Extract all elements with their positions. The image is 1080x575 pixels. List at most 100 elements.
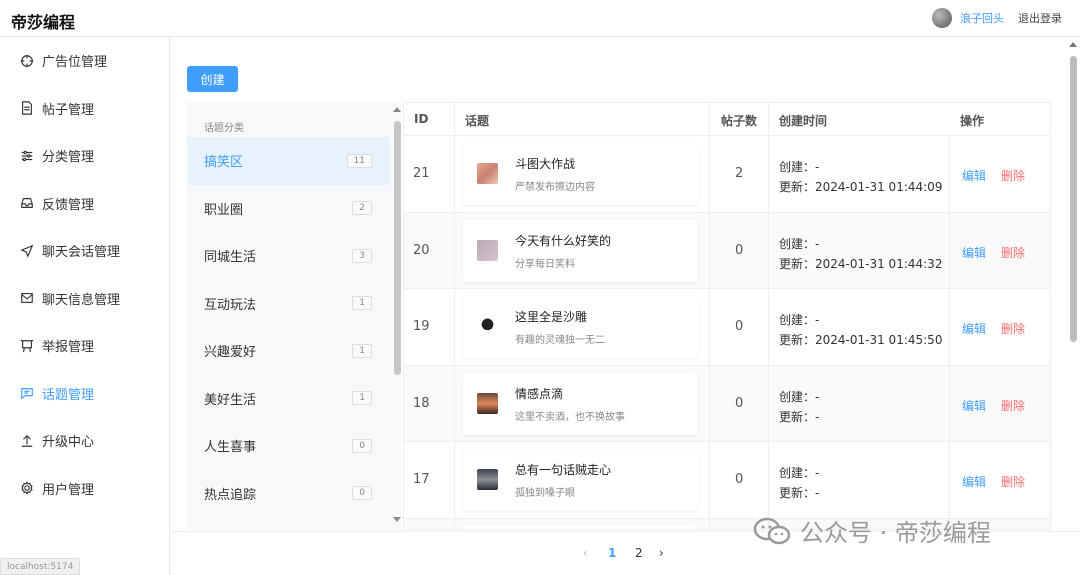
create-button[interactable]: 创建 [187, 66, 238, 92]
category-count: 0 [352, 486, 372, 501]
category-item[interactable]: 同城生活 3 [187, 232, 390, 280]
category-count: 11 [346, 153, 372, 168]
delete-button[interactable]: 删除 [1001, 397, 1025, 414]
cell-id: 21 [413, 166, 430, 181]
sidebar-item-label: 广告位管理 [42, 55, 108, 71]
category-scroll-down-icon[interactable] [393, 517, 401, 522]
cell-time: 创建：- 更新：- [779, 463, 819, 503]
cell-count: 2 [735, 166, 744, 181]
category-title: 话题分类 [204, 123, 244, 134]
edit-button[interactable]: 编辑 [962, 397, 986, 414]
updated-time: 更新：2024-01-31 01:45:50 [779, 333, 943, 347]
topic-name: 斗图大作战 [515, 157, 576, 171]
edit-button[interactable]: 编辑 [962, 320, 986, 337]
sidebar-item-chat-message[interactable]: 聊天信息管理 [0, 275, 169, 323]
delete-button[interactable]: 删除 [1001, 320, 1025, 337]
gear-icon [20, 481, 34, 496]
username-link[interactable]: 浪子回头 [960, 10, 1004, 26]
table-header: ID 话题 帖子数 创建时间 操作 [404, 103, 1050, 136]
category-scrollbar[interactable] [394, 121, 401, 375]
sidebar-item-category[interactable]: 分类管理 [0, 132, 169, 180]
column-header-topic: 话题 [465, 114, 490, 128]
topic-thumbnail [477, 469, 498, 490]
upload-icon [20, 434, 34, 448]
delete-button[interactable]: 删除 [1001, 167, 1025, 184]
category-item[interactable]: 职业圈 2 [187, 185, 390, 233]
watermark-text: 公众号 · 帝莎编程 [800, 519, 991, 547]
category-item[interactable]: 搞笑区 11 [187, 137, 390, 185]
topic-desc: 孤独到嗓子眼 [515, 488, 575, 499]
category-count: 2 [352, 201, 372, 216]
category-label: 职业圈 [204, 202, 244, 218]
topic-card [463, 524, 698, 529]
topic-card: 今天有什么好笑的 分享每日笑料 [463, 219, 698, 282]
table-row: 17 总有一句话贼走心 孤独到嗓子眼 0 创建：- 更新：- 编辑 删除 [404, 442, 1050, 519]
cell-count: 0 [735, 472, 744, 487]
category-item[interactable]: 人生喜事 0 [187, 422, 390, 470]
prev-page-icon[interactable]: ‹ [583, 546, 588, 560]
topic-thumbnail [477, 316, 498, 337]
table-row: 18 情感点滴 这里不卖酒，也不换故事 0 创建：- 更新：- 编辑 删除 [404, 365, 1050, 442]
edit-button[interactable]: 编辑 [962, 244, 986, 261]
category-item[interactable]: 互动玩法 1 [187, 280, 390, 328]
row-actions: 编辑 删除 [949, 442, 1050, 518]
cell-time: 创建：- 更新：2024-01-31 01:45:50 [779, 310, 942, 350]
page-scrollbar[interactable] [1070, 56, 1077, 342]
column-header-id: ID [414, 112, 429, 126]
sidebar-item-label: 聊天信息管理 [42, 292, 121, 308]
topic-name: 总有一句话贼走心 [515, 463, 612, 477]
sidebar-item-upgrade[interactable]: 升级中心 [0, 417, 169, 465]
column-header-ops: 操作 [960, 114, 985, 128]
category-label: 兴趣爱好 [204, 345, 257, 361]
sidebar-item-topic[interactable]: 话题管理 [0, 370, 169, 418]
topic-thumbnail [477, 163, 498, 184]
cell-id: 19 [413, 319, 430, 334]
category-label: 同城生活 [204, 250, 257, 266]
sidebar-item-ad[interactable]: 广告位管理 [0, 37, 169, 85]
category-item[interactable]: 美好生活 1 [187, 375, 390, 423]
delete-button[interactable]: 删除 [1001, 473, 1025, 490]
created-time: 创建：- [779, 313, 820, 327]
row-actions: 编辑 删除 [949, 136, 1050, 212]
sliders-icon [20, 149, 34, 163]
sidebar-item-label: 聊天会话管理 [42, 245, 121, 261]
delete-button[interactable]: 删除 [1001, 244, 1025, 261]
sidebar-item-users[interactable]: 用户管理 [0, 465, 169, 513]
category-panel: 话题分类 搞笑区 11 职业圈 2 同城生活 3 互动玩法 1 兴趣爱好 1 美… [187, 102, 401, 530]
presentation-icon [20, 339, 34, 353]
document-icon [20, 101, 34, 115]
sidebar-item-posts[interactable]: 帖子管理 [0, 85, 169, 133]
category-item[interactable]: 热点追踪 0 [187, 470, 390, 518]
row-actions: 编辑 删除 [949, 365, 1050, 441]
topic-thumbnail [477, 239, 498, 261]
updated-time: 更新：- [779, 409, 820, 424]
category-count: 1 [352, 391, 372, 406]
topic-thumbnail [477, 392, 498, 414]
logout-link[interactable]: 退出登录 [1018, 10, 1062, 26]
edit-button[interactable]: 编辑 [962, 167, 986, 184]
category-item[interactable]: 兴趣爱好 1 [187, 327, 390, 375]
page-scroll-up-icon[interactable] [1069, 42, 1077, 47]
chat-icon [20, 386, 34, 400]
edit-button[interactable]: 编辑 [962, 473, 986, 490]
sidebar-item-report[interactable]: 举报管理 [0, 322, 169, 370]
page-button[interactable]: 1 [608, 546, 616, 560]
page-button[interactable]: 2 [635, 546, 643, 560]
cell-count: 0 [735, 319, 744, 334]
main-content: 创建 话题分类 搞笑区 11 职业圈 2 同城生活 3 互动玩法 1 兴趣爱好 … [171, 37, 1080, 575]
next-page-icon[interactable]: › [659, 546, 664, 560]
category-count: 1 [352, 343, 372, 358]
sidebar-item-chat-session[interactable]: 聊天会话管理 [0, 227, 169, 275]
table-row: 21 斗图大作战 严禁发布擦边内容 2 创建：- 更新：2024-01-31 0… [404, 136, 1050, 213]
topic-name: 情感点滴 [515, 386, 564, 401]
category-scroll-up-icon[interactable] [393, 107, 401, 112]
inbox-icon [20, 196, 34, 210]
sidebar-item-label: 帖子管理 [42, 102, 95, 118]
row-actions: 编辑 删除 [949, 289, 1050, 365]
sidebar-item-feedback[interactable]: 反馈管理 [0, 180, 169, 228]
row-actions: 编辑 删除 [949, 212, 1050, 288]
column-divider [768, 103, 769, 529]
avatar[interactable] [932, 8, 952, 28]
category-count: 0 [352, 438, 372, 453]
mail-icon [20, 291, 34, 305]
